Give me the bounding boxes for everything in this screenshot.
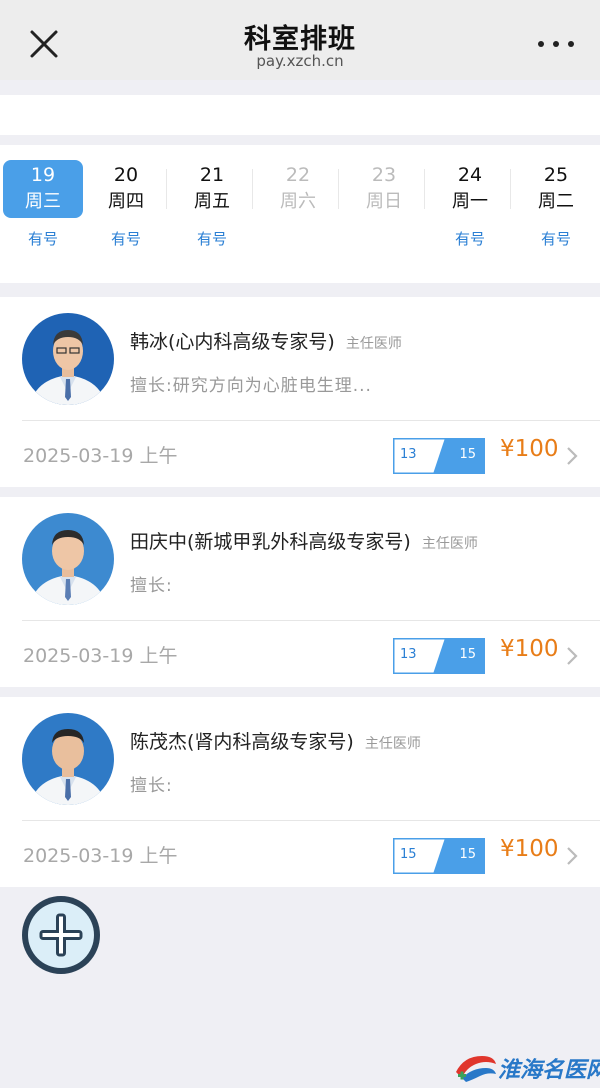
page-title: 科室排班: [244, 24, 356, 55]
availability-label: 有号: [196, 230, 227, 248]
chevron-right-icon: [566, 646, 578, 666]
availability-label: 有号: [110, 230, 141, 248]
quota-remaining: 15: [400, 847, 417, 862]
divider: [252, 169, 253, 209]
date-weekday: 周二: [538, 191, 574, 212]
date-weekday: 周五: [194, 191, 230, 212]
divider: [338, 169, 339, 209]
doctor-rank: 主任医师: [421, 536, 478, 552]
date-tab-20[interactable]: 20 周四 有号: [83, 160, 169, 270]
doctor-name: 陈茂杰(肾内科高级专家号): [130, 731, 354, 753]
doctor-portrait-icon: [22, 313, 114, 405]
date-day: 20: [113, 164, 139, 186]
divider: [22, 420, 600, 421]
doctor-card[interactable]: 田庆中(新城甲乳外科高级专家号) 主任医师 擅长: 2025-03-19 上午 …: [0, 497, 600, 687]
top-bar: 科室排班 pay.xzch.cn: [0, 0, 600, 80]
price: ¥100: [500, 836, 559, 862]
watermark: 淮海名医网: [452, 1046, 600, 1086]
watermark-text: 淮海名医网: [498, 1057, 600, 1083]
availability-label: 有号: [27, 230, 58, 248]
doctor-name: 韩冰(心内科高级专家号): [130, 331, 335, 353]
divider: [510, 169, 511, 209]
date-tab-25[interactable]: 25 周二 有号: [513, 160, 599, 270]
date-day: 19: [30, 164, 56, 186]
page-url: pay.xzch.cn: [256, 52, 344, 70]
price: ¥100: [500, 636, 559, 662]
chevron-right-icon: [566, 446, 578, 466]
more-dots-icon: [538, 41, 544, 47]
doctor-card[interactable]: 韩冰(心内科高级专家号) 主任医师 擅长:研究方向为心脏电生理... 2025-…: [0, 297, 600, 487]
date-day: 21: [199, 164, 225, 186]
doctor-avatar: [22, 313, 114, 405]
date-day: 25: [543, 164, 569, 186]
plus-icon: [39, 913, 83, 957]
watermark-logo-icon: [456, 1056, 496, 1082]
date-tab-23[interactable]: 23 周日: [341, 160, 427, 270]
doctor-card[interactable]: 陈茂杰(肾内科高级专家号) 主任医师 擅长: 2025-03-19 上午 15 …: [0, 697, 600, 887]
schedule-date: 2025-03-19 上午: [23, 645, 178, 667]
schedule-date: 2025-03-19 上午: [23, 845, 178, 867]
schedule-date: 2025-03-19 上午: [23, 445, 178, 467]
divider: [22, 620, 600, 621]
availability-label: 有号: [454, 230, 485, 248]
quota-remaining: 13: [400, 647, 417, 662]
price: ¥100: [500, 436, 559, 462]
doctor-portrait-icon: [22, 713, 114, 805]
doctor-specialty: 擅长:: [130, 776, 173, 796]
date-weekday: 周日: [366, 191, 402, 212]
date-selector: 19 周三 有号 20 周四 有号 21 周五 有号 22 周六 23 周日 2…: [0, 145, 600, 283]
quota-remaining: 13: [400, 447, 417, 462]
quota-total: 15: [459, 847, 476, 862]
more-button[interactable]: [538, 36, 574, 52]
availability-label: [341, 228, 427, 248]
date-weekday: 周四: [108, 191, 144, 212]
add-button[interactable]: [22, 896, 100, 974]
date-weekday: 周一: [452, 191, 488, 212]
date-day: 23: [371, 164, 397, 186]
doctor-portrait-icon: [22, 513, 114, 605]
quota-badge: 13 15: [393, 438, 485, 474]
quota-badge: 15 15: [393, 838, 485, 874]
search-area: [0, 95, 600, 135]
doctor-avatar: [22, 713, 114, 805]
date-tab-24[interactable]: 24 周一 有号: [427, 160, 513, 270]
date-tab-22[interactable]: 22 周六: [255, 160, 341, 270]
availability-label: 有号: [540, 230, 571, 248]
date-day: 22: [285, 164, 311, 186]
doctor-rank: 主任医师: [364, 736, 421, 752]
doctor-name: 田庆中(新城甲乳外科高级专家号): [130, 531, 411, 553]
doctor-specialty: 擅长:研究方向为心脏电生理...: [130, 376, 372, 396]
doctor-avatar: [22, 513, 114, 605]
divider: [424, 169, 425, 209]
divider: [22, 820, 600, 821]
availability-label: [255, 228, 341, 248]
date-weekday: 周三: [25, 191, 61, 212]
quota-total: 15: [459, 447, 476, 462]
doctor-rank: 主任医师: [345, 336, 402, 352]
quota-total: 15: [459, 647, 476, 662]
quota-badge: 13 15: [393, 638, 485, 674]
date-tab-19[interactable]: 19 周三 有号: [0, 160, 86, 270]
chevron-right-icon: [566, 846, 578, 866]
date-day: 24: [457, 164, 483, 186]
doctor-specialty: 擅长:: [130, 576, 173, 596]
date-weekday: 周六: [280, 191, 316, 212]
date-tab-21[interactable]: 21 周五 有号: [169, 160, 255, 270]
